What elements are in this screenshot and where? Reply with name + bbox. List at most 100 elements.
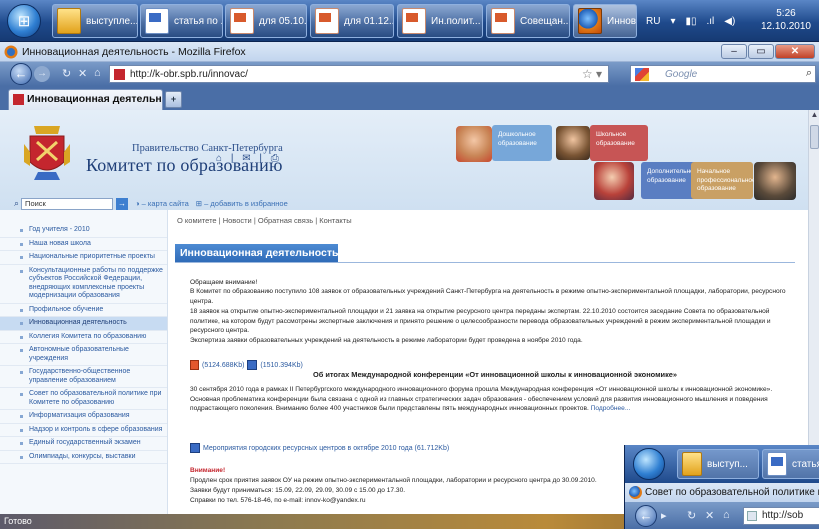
overlay-taskbar-label: выступ...: [707, 458, 748, 470]
site-favicon: [114, 69, 125, 80]
tab-active[interactable]: Инновационная деятельно...: [8, 89, 163, 110]
search-icon[interactable]: ⌕: [806, 67, 812, 80]
taskbar-item-ppt-2[interactable]: для 01.12...: [310, 4, 394, 38]
back-button[interactable]: ←: [635, 505, 657, 527]
taskbar-item-doc[interactable]: статья по ...: [140, 4, 223, 38]
tab-label: Инновационная деятельно...: [27, 93, 163, 105]
stop-icon[interactable]: ✕: [705, 509, 714, 522]
additional-education-link[interactable]: Дополнительное образование: [641, 162, 697, 199]
home-icon[interactable]: ⌂: [723, 509, 730, 521]
sidebar-item[interactable]: Единый государственный экзамен: [0, 437, 167, 451]
sidebar-item[interactable]: Информатизация образования: [0, 410, 167, 424]
google-icon: [635, 68, 649, 81]
site-search-input[interactable]: Поиск: [21, 197, 114, 210]
word-doc-icon: [145, 8, 169, 34]
site-header: Правительство Санкт-Петербурга Комитет п…: [0, 110, 808, 210]
sidebar-item[interactable]: Наша новая школа: [0, 238, 167, 251]
school-link[interactable]: Школьное образование: [590, 125, 648, 161]
taskbar-item-label: для 01.12...: [344, 15, 394, 27]
scrollbar-thumb[interactable]: [810, 125, 819, 149]
search-engine-box[interactable]: Google ⌕: [630, 65, 816, 83]
sidebar-item[interactable]: Национальные приоритетные проекты: [0, 251, 167, 265]
back-button[interactable]: ←: [10, 63, 32, 85]
taskbar-item-ppt-1[interactable]: для 05.10...: [225, 4, 307, 38]
sidebar-item[interactable]: Надзор и контроль в сфере образования: [0, 424, 167, 437]
pdf-file-link[interactable]: (5124.688Kb): [202, 362, 244, 369]
taskbar-item-folder[interactable]: выступле...: [52, 4, 138, 38]
sidebar-item[interactable]: Год учителя - 2010: [0, 224, 167, 238]
powerpoint-icon: [315, 8, 339, 34]
photo-school: [556, 126, 590, 160]
language-indicator[interactable]: RU: [646, 16, 660, 27]
powerpoint-icon: [402, 8, 426, 34]
sidebar-item[interactable]: Коллегия Комитета по образованию: [0, 331, 167, 344]
preschool-link[interactable]: Дошкольное образование: [492, 125, 552, 161]
taskbar-item-firefox[interactable]: Инновац...: [573, 4, 637, 38]
folder-icon: [57, 8, 81, 34]
tray-arrow-icon[interactable]: ▾: [670, 16, 675, 27]
word-doc-icon: [190, 443, 200, 453]
reload-icon[interactable]: ↻: [62, 67, 71, 80]
clock[interactable]: 5:26 12.10.2010: [761, 7, 811, 33]
sidebar-item[interactable]: Совет по образовательной политике при Ко…: [0, 388, 167, 410]
read-more-link[interactable]: Подробнее...: [591, 405, 631, 412]
taskbar-item-ppt-3[interactable]: Ин.полит...: [397, 4, 483, 38]
paragraph-applications: В Комитет по образованию поступило 108 з…: [190, 288, 786, 305]
taskbar: ⊞ выступле... статья по ... для 05.10...…: [0, 0, 819, 42]
conference-text: 30 сентября 2010 года в рамках II Петерб…: [190, 385, 786, 414]
folder-icon: [682, 452, 702, 476]
sidebar-item[interactable]: Олимпиады, конкурсы, выставки: [0, 451, 167, 464]
url-bar[interactable]: http://k-obr.spb.ru/innovac/ ☆ ▾: [109, 65, 609, 83]
title-divider: [175, 262, 795, 263]
word-doc-icon: [247, 360, 258, 370]
overlay-navbar: ← ▸ ↻ ✕ ⌂ http://sob: [625, 502, 819, 529]
volume-icon[interactable]: ◀): [724, 16, 735, 27]
new-tab-button[interactable]: +: [165, 91, 182, 108]
stop-icon[interactable]: ✕: [78, 67, 87, 80]
site-search-button[interactable]: →: [116, 197, 129, 210]
sidebar-item[interactable]: Консультационные работы по поддержке суб…: [0, 265, 167, 304]
sidebar-item[interactable]: Автономные образовательные учреждения: [0, 344, 167, 366]
clock-date: 12.10.2010: [760, 21, 811, 32]
status-text: Готово: [4, 516, 32, 526]
scroll-up-icon[interactable]: ▲: [809, 110, 819, 121]
header-icons[interactable]: ⌂ | ✉ | ⎙: [216, 153, 282, 164]
coat-of-arms-icon: [24, 126, 70, 180]
home-icon[interactable]: ⌂: [94, 67, 101, 79]
network-icon[interactable]: ▮▯: [685, 16, 696, 27]
taskbar-item-ppt-4[interactable]: Совещан...: [486, 4, 570, 38]
top-navigation[interactable]: О комитете | Новости | Обратная связь | …: [177, 216, 352, 225]
start-button[interactable]: [633, 448, 665, 480]
site-favicon: [13, 94, 24, 105]
overlay-taskbar-folder[interactable]: выступ...: [677, 449, 759, 479]
maximize-button[interactable]: ▭: [748, 44, 774, 59]
page-icon: [747, 511, 757, 521]
vocational-link[interactable]: Начальное профессиональное образование: [691, 162, 756, 199]
firefox-icon: [578, 8, 602, 34]
events-link[interactable]: Мероприятия городских ресурсных центров …: [203, 445, 449, 452]
minimize-button[interactable]: –: [721, 44, 747, 59]
paragraph-labs: Экспертиза заявки образовательных учрежд…: [190, 337, 583, 344]
overlay-taskbar: выступ... статья: [625, 445, 819, 483]
sitemap-link[interactable]: ◑ – карта сайта: [135, 199, 189, 208]
overlay-taskbar-doc[interactable]: статья: [762, 449, 819, 479]
photo-vocational: [754, 162, 796, 200]
signal-icon[interactable]: .ıl: [707, 16, 715, 27]
doc-file-link[interactable]: (1510.394Kb): [260, 362, 302, 369]
start-button[interactable]: ⊞: [7, 4, 41, 38]
forward-icon[interactable]: ▸: [661, 509, 667, 522]
sidebar-item[interactable]: Государственно-общественное управление о…: [0, 366, 167, 388]
sidebar-item[interactable]: Профильное обучение: [0, 304, 167, 317]
sidebar-item-active[interactable]: Инновационная деятельность: [0, 317, 167, 331]
forward-button[interactable]: →: [34, 66, 50, 82]
reload-icon[interactable]: ↻: [687, 509, 696, 522]
overlapped-window: выступ... статья Совет по образовательно…: [624, 445, 819, 529]
close-button[interactable]: ✕: [775, 44, 815, 59]
url-text: http://k-obr.spb.ru/innovac/: [130, 68, 248, 80]
taskbar-item-label: Совещан...: [520, 15, 570, 27]
bookmark-star-icon[interactable]: ☆ ▾: [582, 67, 602, 81]
clock-time: 5:26: [776, 8, 796, 19]
add-favorites-link[interactable]: ⊞ – добавить в избранное: [196, 199, 288, 208]
overlay-url-bar[interactable]: http://sob: [743, 507, 819, 525]
